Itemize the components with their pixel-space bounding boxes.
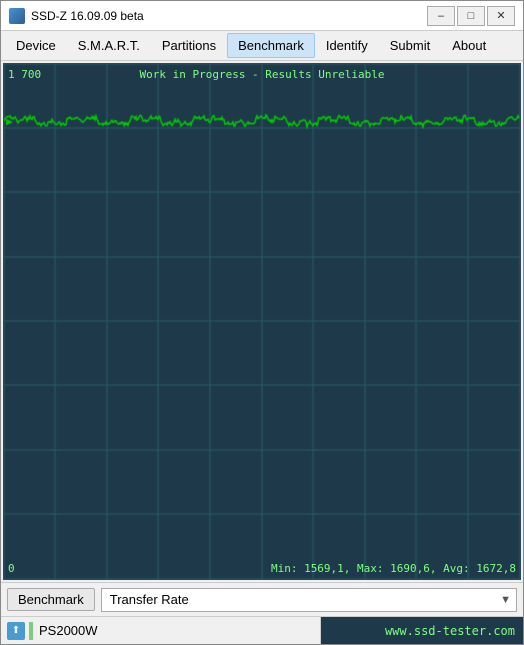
status-bar: ⬆ PS2000W www.ssd-tester.com	[1, 616, 523, 644]
title-bar: SSD-Z 16.09.09 beta – □ ✕	[1, 1, 523, 31]
benchmark-chart: 1 700 Work in Progress - Results Unrelia…	[3, 63, 521, 580]
chart-y-min-label: 0	[8, 562, 15, 575]
chart-y-max-label: 1 700	[8, 68, 41, 81]
close-button[interactable]: ✕	[487, 6, 515, 26]
chart-canvas	[4, 64, 520, 579]
window-controls: – □ ✕	[427, 6, 515, 26]
main-window: SSD-Z 16.09.09 beta – □ ✕ Device S.M.A.R…	[0, 0, 524, 645]
menu-bar: Device S.M.A.R.T. Partitions Benchmark I…	[1, 31, 523, 61]
device-icon: ⬆	[7, 622, 25, 640]
dropdown-container: Transfer Rate IOPS Latency ▼	[101, 588, 517, 612]
minimize-button[interactable]: –	[427, 6, 455, 26]
menu-item-submit[interactable]: Submit	[379, 33, 441, 58]
menu-item-partitions[interactable]: Partitions	[151, 33, 227, 58]
menu-item-about[interactable]: About	[441, 33, 497, 58]
transfer-rate-dropdown[interactable]: Transfer Rate IOPS Latency	[101, 588, 517, 612]
menu-item-identify[interactable]: Identify	[315, 33, 379, 58]
status-left: ⬆ PS2000W	[1, 617, 321, 644]
benchmark-button[interactable]: Benchmark	[7, 588, 95, 611]
device-name: PS2000W	[39, 623, 98, 638]
window-title: SSD-Z 16.09.09 beta	[31, 9, 427, 23]
website-url: www.ssd-tester.com	[385, 624, 515, 638]
chart-title: Work in Progress - Results Unreliable	[139, 68, 384, 81]
bottom-controls: Benchmark Transfer Rate IOPS Latency ▼	[1, 582, 523, 616]
menu-item-smart[interactable]: S.M.A.R.T.	[67, 33, 151, 58]
status-right: www.ssd-tester.com	[321, 617, 523, 644]
ssd-indicator	[29, 622, 33, 640]
menu-item-benchmark[interactable]: Benchmark	[227, 33, 315, 58]
app-icon	[9, 8, 25, 24]
menu-item-device[interactable]: Device	[5, 33, 67, 58]
maximize-button[interactable]: □	[457, 6, 485, 26]
chart-stats: Min: 1569,1, Max: 1690,6, Avg: 1672,8	[271, 562, 516, 575]
